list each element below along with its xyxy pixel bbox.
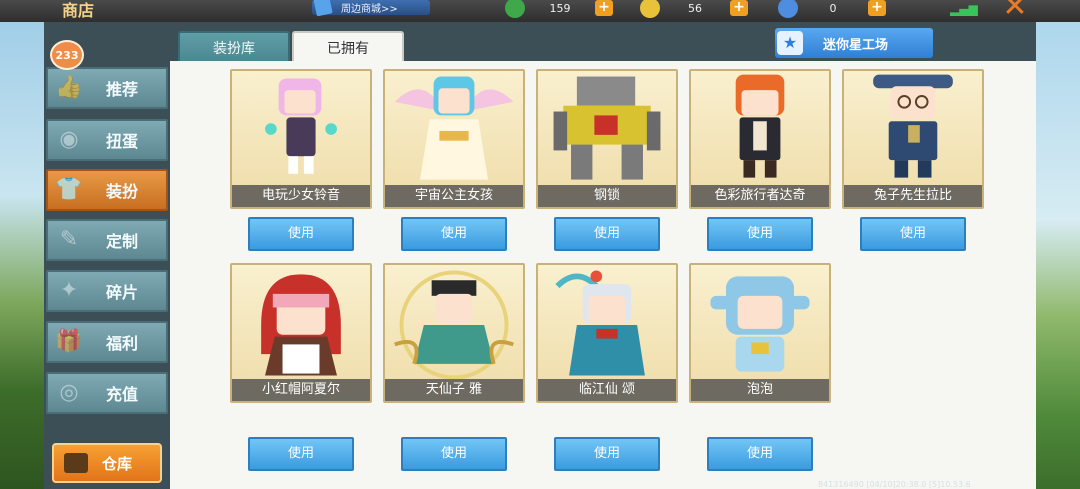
- skin-name: 宇宙公主女孩: [385, 185, 523, 207]
- skin-figure-image: [265, 78, 337, 174]
- tab-costume-library[interactable]: 装扮库: [178, 31, 290, 63]
- use-button[interactable]: 使用: [248, 217, 354, 251]
- skin-card[interactable]: 钢锁: [536, 69, 678, 209]
- sidebar-item-label: 充值: [106, 385, 139, 404]
- use-button[interactable]: 使用: [248, 437, 354, 471]
- currency-value: 56: [688, 1, 702, 15]
- skin-name: 电玩少女铃音: [232, 185, 370, 207]
- debug-footer-text: 841316490 [04/10]20:38.0 [5]10.53.6: [818, 480, 971, 489]
- warehouse-button[interactable]: 仓库: [52, 443, 162, 483]
- skin-card[interactable]: 小红帽阿夏尔: [230, 263, 372, 403]
- skin-figure-image: [873, 74, 953, 178]
- currency-green-gem: 159 +: [505, 0, 613, 18]
- add-green-gem-button[interactable]: +: [595, 0, 613, 16]
- use-button[interactable]: 使用: [707, 217, 813, 251]
- nearby-mall-button[interactable]: 周边商城>>: [312, 0, 430, 17]
- sidebar-item-label: 推荐: [106, 80, 139, 99]
- use-button[interactable]: 使用: [401, 437, 507, 471]
- use-button[interactable]: 使用: [401, 217, 507, 251]
- skin-card[interactable]: 泡泡: [689, 263, 831, 403]
- pencil-icon: ✎: [59, 227, 79, 252]
- sidebar-item-gacha[interactable]: ◉ 扭蛋: [46, 119, 168, 161]
- puzzle-icon: ✦: [59, 278, 79, 303]
- sidebar-item-welfare[interactable]: 🎁 福利: [46, 321, 168, 363]
- background-scenery-left: [0, 0, 46, 489]
- skin-name: 临江仙 颂: [538, 379, 676, 401]
- sidebar-item-label: 碎片: [106, 283, 139, 302]
- currency-blue-star: 0 +: [778, 0, 886, 18]
- warehouse-label: 仓库: [102, 454, 133, 473]
- thumbs-up-icon: 👍: [55, 75, 83, 100]
- shirt-icon: 👕: [55, 177, 83, 202]
- skin-figure-image: [553, 76, 661, 180]
- currency-value: 0: [829, 1, 837, 15]
- sidebar-item-custom[interactable]: ✎ 定制: [46, 219, 168, 261]
- sidebar-item-label: 定制: [106, 232, 139, 251]
- skin-figure-image: [710, 276, 810, 372]
- green-gem-icon: [505, 0, 525, 18]
- skin-name: 小红帽阿夏尔: [232, 379, 370, 401]
- skin-card[interactable]: 宇宙公主女孩: [383, 69, 525, 209]
- background-scenery-right: [1034, 0, 1080, 489]
- use-button[interactable]: 使用: [707, 437, 813, 471]
- skin-figure-image: [394, 76, 514, 180]
- chest-icon: [64, 453, 88, 473]
- top-bar: 商店 周边商城>> 159 + 56 + 0 + ▂▄▆ ✕: [0, 0, 1080, 22]
- add-gold-coin-button[interactable]: +: [730, 0, 748, 16]
- coin-stack-icon: ◎: [59, 380, 79, 405]
- skin-figure-image: [735, 74, 785, 178]
- skin-name: 色彩旅行者达奇: [691, 185, 829, 207]
- add-blue-star-button[interactable]: +: [868, 0, 886, 16]
- currency-value: 159: [549, 1, 571, 15]
- sidebar-item-recharge[interactable]: ◎ 充值: [46, 372, 168, 414]
- skin-card[interactable]: 兔子先生拉比: [842, 69, 984, 209]
- sidebar-item-recommend[interactable]: 👍 推荐: [46, 67, 168, 109]
- nearby-mall-label: 周边商城>>: [341, 4, 398, 15]
- skin-figure-image: [394, 270, 514, 380]
- skin-name: 天仙子 雅: [385, 379, 523, 401]
- currency-gold-coin: 56 +: [640, 0, 748, 18]
- mini-workshop-button[interactable]: ★ 迷你星工场: [775, 28, 933, 58]
- skin-name: 兔子先生拉比: [844, 185, 982, 207]
- sidebar-item-fragments[interactable]: ✦ 碎片: [46, 270, 168, 312]
- capsule-icon: ◉: [59, 127, 79, 152]
- phone-icon: [313, 0, 333, 17]
- sidebar-item-costume[interactable]: 👕 装扮: [46, 169, 168, 211]
- gold-coin-icon: [640, 0, 660, 18]
- skin-name: 泡泡: [691, 379, 829, 401]
- sidebar-item-label: 装扮: [106, 182, 139, 201]
- shop-title: 商店: [62, 1, 95, 20]
- skin-card[interactable]: 电玩少女铃音: [230, 69, 372, 209]
- use-button[interactable]: 使用: [554, 437, 660, 471]
- sidebar-item-label: 福利: [106, 334, 139, 353]
- notification-badge: 233: [50, 40, 84, 70]
- skin-name: 钢锁: [538, 185, 676, 207]
- skin-card[interactable]: 天仙子 雅: [383, 263, 525, 403]
- owned-skins-grid: 电玩少女铃音 宇宙公主女孩 钢锁 色彩旅行者达奇 兔子先生拉比 使用 使用 使用…: [170, 61, 1036, 489]
- wifi-icon: ▂▄▆: [950, 2, 978, 16]
- tab-owned[interactable]: 已拥有: [292, 31, 404, 63]
- skin-figure-image: [261, 274, 341, 376]
- star-icon: ★: [777, 31, 803, 55]
- mini-workshop-label: 迷你星工场: [823, 37, 889, 53]
- blue-star-coin-icon: [778, 0, 798, 18]
- use-button[interactable]: 使用: [860, 217, 966, 251]
- use-button[interactable]: 使用: [554, 217, 660, 251]
- skin-card[interactable]: 色彩旅行者达奇: [689, 69, 831, 209]
- close-icon[interactable]: ✕: [995, 0, 1035, 22]
- sidebar-item-label: 扭蛋: [106, 132, 139, 151]
- gift-icon: 🎁: [55, 329, 83, 354]
- skin-card[interactable]: 临江仙 颂: [536, 263, 678, 403]
- skin-figure-image: [555, 270, 645, 376]
